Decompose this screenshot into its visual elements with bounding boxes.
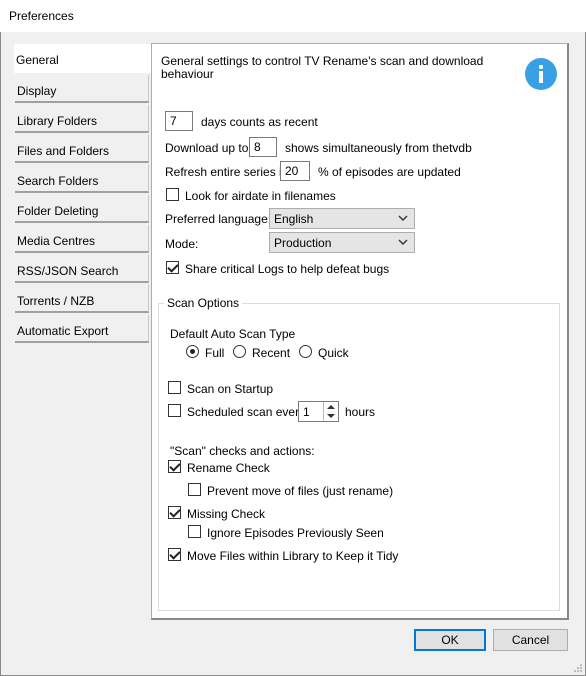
stepper-down-icon[interactable] [327,414,335,418]
download-count-input[interactable]: 8 [249,137,277,157]
airdate-checkbox[interactable] [166,188,179,201]
tab-library-folders[interactable]: Library Folders [15,105,149,133]
recent-days-label: days counts as recent [201,115,318,129]
radio-recent[interactable] [233,345,246,358]
ok-button[interactable]: OK [414,629,486,651]
prevent-move-checkbox[interactable] [188,483,201,496]
info-icon-bar [539,71,543,83]
tab-label: Folder Deleting [17,204,99,218]
language-select[interactable]: English [269,208,415,229]
info-icon [525,58,557,90]
tab-folder-deleting[interactable]: Folder Deleting [15,195,149,223]
tab-label: Search Folders [17,174,99,188]
tab-search-folders[interactable]: Search Folders [15,165,149,193]
scheduled-scan-label: Scheduled scan every [187,405,306,419]
window-title: Preferences [9,9,74,23]
radio-full-label: Full [205,346,225,360]
radio-quick-label: Quick [318,346,349,360]
stepper-buttons[interactable] [323,402,338,421]
ignore-seen-label: Ignore Episodes Previously Seen [207,526,384,540]
scheduled-unit-label: hours [345,405,376,419]
tab-rss-json-search[interactable]: RSS/JSON Search [15,255,149,283]
radio-recent-label: Recent [252,346,291,360]
scan-options-title: Scan Options [164,296,243,310]
scheduled-hours-stepper[interactable]: 1 [298,401,339,422]
refresh-suffix-label: % of episodes are updated [318,165,461,179]
airdate-label: Look for airdate in filenames [185,189,336,203]
share-logs-label: Share critical Logs to help defeat bugs [185,262,390,276]
ignore-seen-checkbox[interactable] [188,525,201,538]
scan-on-startup-checkbox[interactable] [168,381,181,394]
tab-label: Torrents / NZB [17,294,95,308]
tab-media-centres[interactable]: Media Centres [15,225,149,253]
chevron-down-icon [398,239,408,245]
move-files-checkbox[interactable] [168,548,181,561]
refresh-label: Refresh entire series if [165,165,286,179]
language-label: Preferred language: [165,212,272,226]
download-label: Download up to [165,141,249,155]
scan-on-startup-label: Scan on Startup [187,382,274,396]
tab-label: RSS/JSON Search [17,264,119,278]
auto-scan-label: Default Auto Scan Type [170,327,296,341]
download-suffix-label: shows simultaneously from thetvdb [285,141,472,155]
prevent-move-label: Prevent move of files (just rename) [207,484,394,498]
tab-display[interactable]: Display [15,75,149,103]
mode-label: Mode: [165,237,199,251]
recent-days-input[interactable]: 7 [165,111,193,131]
missing-check-label: Missing Check [187,507,266,521]
refresh-percent-input[interactable]: 20 [280,161,310,181]
missing-check-checkbox[interactable] [168,506,181,519]
general-description-line2: behaviour [161,67,214,81]
share-logs-checkbox[interactable] [166,261,179,274]
tab-label: Files and Folders [17,144,110,158]
mode-value: Production [274,236,332,250]
info-icon-dot [539,65,543,69]
radio-full[interactable] [186,345,199,358]
title-bar: Preferences [0,0,586,32]
stepper-up-icon[interactable] [327,405,335,409]
scheduled-scan-checkbox[interactable] [168,404,181,417]
tab-general[interactable]: General [14,44,151,73]
tab-label: Media Centres [17,234,96,248]
cancel-button[interactable]: Cancel [493,629,568,651]
rename-check-label: Rename Check [187,461,270,475]
tab-label: Automatic Export [17,324,109,338]
chevron-down-icon [398,215,408,221]
language-value: English [274,212,314,226]
tab-label: General [16,53,59,67]
tab-automatic-export[interactable]: Automatic Export [15,315,149,343]
resize-grip-icon[interactable] [573,663,583,673]
tab-files-and-folders[interactable]: Files and Folders [15,135,149,163]
move-files-label: Move Files within Library to Keep it Tid… [187,549,399,563]
mode-select[interactable]: Production [269,232,415,253]
tab-torrents-nzb[interactable]: Torrents / NZB [15,285,149,313]
scheduled-hours-value: 1 [303,405,310,419]
tab-label: Display [17,84,57,98]
radio-quick[interactable] [299,345,312,358]
tab-label: Library Folders [17,114,98,128]
general-description: General settings to control TV Rename's … [161,54,484,68]
rename-check-checkbox[interactable] [168,460,181,473]
checks-heading: "Scan" checks and actions: [170,444,315,458]
